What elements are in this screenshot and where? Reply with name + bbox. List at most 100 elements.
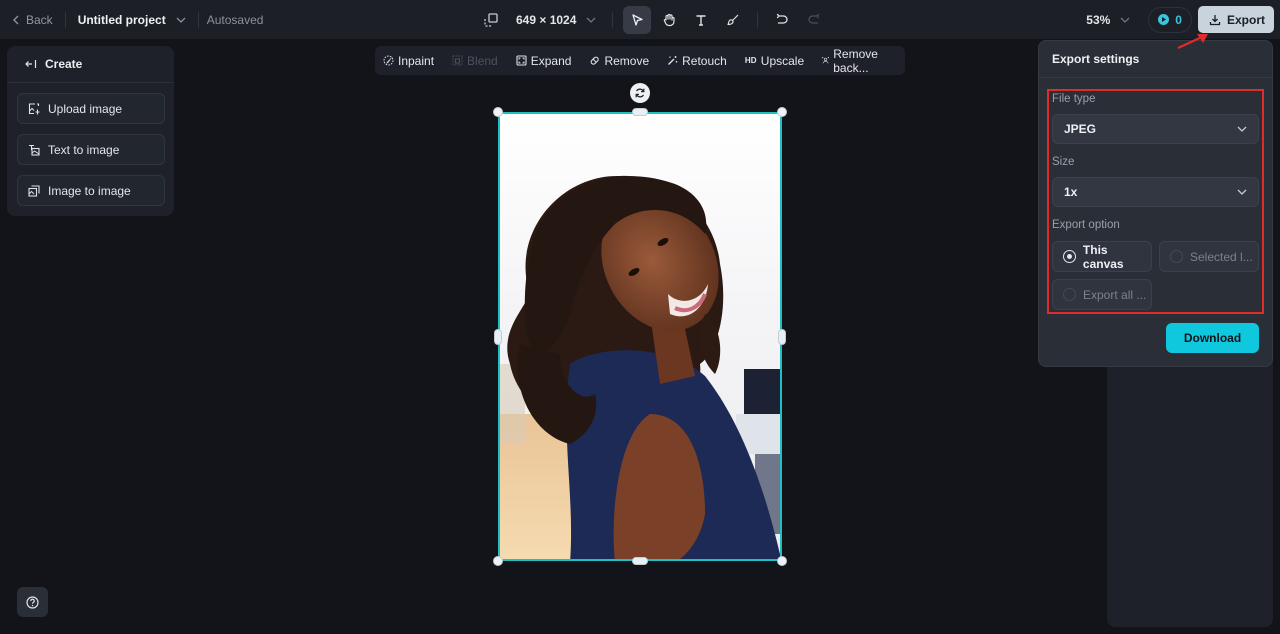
back-label: Back: [26, 12, 53, 27]
size-select[interactable]: 1x: [1052, 177, 1259, 207]
credit-coin-icon: [1158, 14, 1170, 25]
export-option-label: Export option: [1052, 219, 1120, 231]
text-to-image-button[interactable]: Text to image: [17, 134, 165, 165]
chevron-down-icon: [176, 17, 186, 23]
resize-handle-right[interactable]: [778, 329, 786, 345]
image-to-image-button[interactable]: Image to image: [17, 175, 165, 206]
text-to-image-label: Text to image: [48, 142, 120, 157]
top-bar: Back Untitled project Autosaved 649 × 10…: [0, 0, 1280, 39]
hd-icon: HD: [744, 56, 757, 65]
retouch-label: Retouch: [682, 53, 727, 68]
inpaint-icon: [383, 55, 394, 66]
option-label: This canvas: [1082, 242, 1124, 271]
undo-button[interactable]: [768, 6, 796, 34]
divider: [197, 11, 199, 28]
back-button[interactable]: Back: [12, 13, 53, 27]
divider: [612, 11, 614, 28]
right-panel: [1107, 360, 1273, 627]
create-panel-header[interactable]: Create: [7, 46, 174, 83]
radio-checked-icon: [1063, 250, 1076, 263]
project-name-dropdown[interactable]: Untitled project: [78, 13, 186, 27]
expand-icon: [516, 55, 527, 66]
credits-badge[interactable]: 0: [1148, 6, 1192, 33]
radio-unchecked-icon: [1063, 288, 1076, 301]
rotate-icon: [635, 88, 645, 98]
option-selected-layers[interactable]: Selected l...: [1159, 241, 1259, 272]
magic-wand-icon: [668, 56, 678, 65]
save-status: Autosaved: [206, 12, 264, 27]
file-type-value: JPEG: [1064, 122, 1097, 136]
export-settings-popover: Export settings File type JPEG Size 1x E…: [1038, 40, 1273, 367]
expand-button[interactable]: Expand: [516, 53, 572, 68]
upscale-button[interactable]: HD Upscale: [745, 54, 804, 68]
text-icon: [696, 14, 706, 26]
upscale-label: Upscale: [760, 53, 805, 68]
rotate-handle[interactable]: [630, 83, 650, 103]
chevron-down-icon: [586, 17, 596, 23]
radio-unchecked-icon: [1170, 250, 1183, 263]
annotation-arrow-icon: [1177, 34, 1208, 49]
hand-tool-button[interactable]: [655, 6, 683, 34]
aspect-ratio-icon[interactable]: [484, 12, 498, 27]
help-button[interactable]: [17, 587, 48, 617]
export-button[interactable]: Export: [1197, 6, 1274, 33]
image-to-image-icon: [28, 184, 40, 197]
blend-label: Blend: [467, 53, 498, 68]
remove-label: Remove: [604, 53, 650, 68]
download-icon: [1209, 14, 1221, 25]
resize-handle-top-right[interactable]: [777, 107, 787, 117]
inpaint-label: Inpaint: [398, 53, 435, 68]
redo-icon: [808, 13, 820, 24]
canvas-size-dropdown[interactable]: 649 × 1024: [516, 13, 596, 27]
option-this-canvas[interactable]: This canvas: [1052, 241, 1152, 272]
resize-handle-bottom[interactable]: [632, 557, 648, 565]
file-type-select[interactable]: JPEG: [1052, 114, 1259, 144]
image-to-image-label: Image to image: [48, 183, 131, 198]
file-type-label: File type: [1052, 93, 1096, 105]
redo-button[interactable]: [800, 6, 828, 34]
top-bar-center: 649 × 1024: [484, 0, 832, 39]
canvas-image[interactable]: [498, 112, 782, 561]
option-label: Export all ...: [1083, 287, 1147, 302]
text-to-image-icon: [29, 144, 40, 156]
text-tool-button[interactable]: [687, 6, 715, 34]
upload-image-icon: [28, 102, 40, 114]
credits-count: 0: [1175, 12, 1182, 27]
remove-button[interactable]: Remove: [589, 54, 649, 68]
remove-background-button[interactable]: Remove back...: [822, 47, 887, 75]
zoom-dropdown[interactable]: 53%: [1086, 13, 1130, 27]
remove-background-icon: [822, 56, 830, 64]
upload-image-button[interactable]: Upload image: [17, 93, 165, 124]
expand-label: Expand: [530, 53, 572, 68]
option-label: Selected l...: [1190, 249, 1253, 264]
retouch-button[interactable]: Retouch: [667, 54, 727, 68]
cursor-arrow-icon: [632, 13, 644, 26]
export-label: Export: [1226, 12, 1265, 27]
resize-handle-top-left[interactable]: [493, 107, 503, 117]
blend-button[interactable]: Blend: [452, 54, 498, 68]
project-name: Untitled project: [77, 12, 166, 27]
chevron-down-icon: [1237, 189, 1247, 195]
resize-handle-bottom-right[interactable]: [777, 556, 787, 566]
top-bar-left: Back Untitled project Autosaved: [12, 0, 263, 39]
collapse-left-icon: [25, 60, 37, 68]
edit-toolbar: Inpaint Blend Expand Remove Retouch HD U…: [375, 46, 905, 75]
size-label: Size: [1052, 156, 1075, 168]
resize-handle-bottom-left[interactable]: [493, 556, 503, 566]
option-export-all[interactable]: Export all ...: [1052, 279, 1152, 310]
create-panel: Create Upload image Text to image Image …: [7, 46, 174, 216]
create-panel-title: Create: [45, 57, 83, 71]
blend-icon: [452, 55, 463, 66]
eraser-icon: [591, 56, 600, 65]
brush-tool-button[interactable]: [719, 6, 747, 34]
resize-handle-left[interactable]: [494, 329, 502, 345]
divider: [64, 11, 66, 28]
select-tool-button[interactable]: [623, 5, 652, 34]
help-icon: [26, 595, 39, 609]
hand-icon: [664, 13, 676, 26]
resize-handle-top[interactable]: [632, 108, 648, 116]
inpaint-button[interactable]: Inpaint: [383, 54, 434, 68]
upload-image-label: Upload image: [48, 101, 123, 116]
download-button[interactable]: Download: [1166, 323, 1259, 353]
chevron-down-icon: [1237, 126, 1247, 132]
